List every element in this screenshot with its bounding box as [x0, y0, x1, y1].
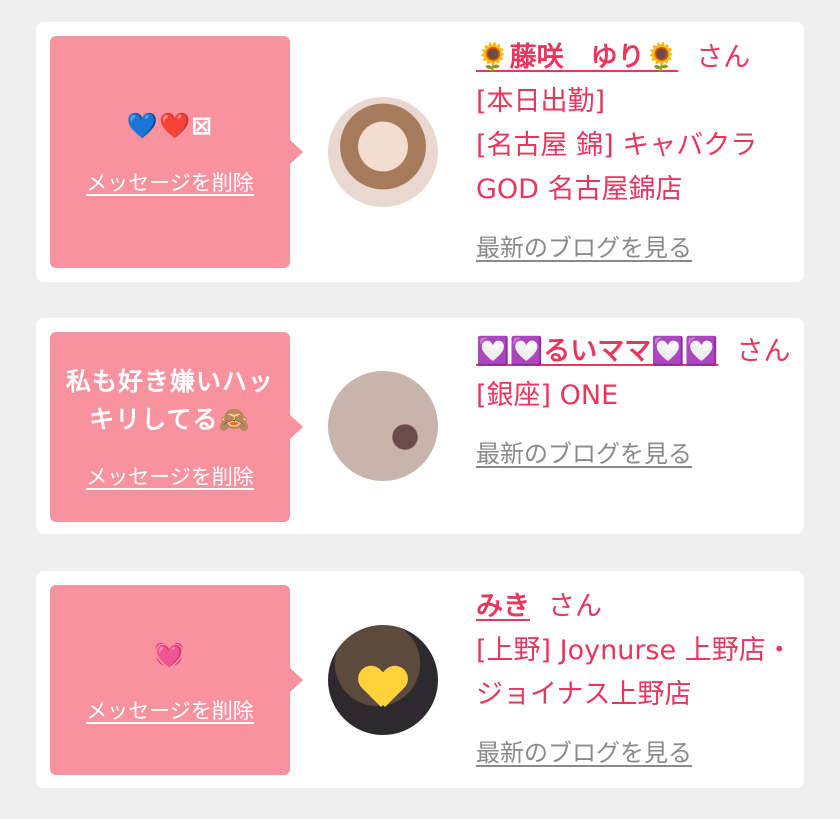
honorific: さん: [548, 591, 602, 622]
avatar[interactable]: [328, 625, 438, 735]
sender-name-link[interactable]: 💟💟るいママ💟💟: [476, 336, 718, 367]
avatar[interactable]: [328, 97, 438, 207]
honorific: さん: [736, 336, 791, 367]
work-status: [本日出勤]: [476, 86, 606, 117]
avatar[interactable]: [328, 371, 438, 481]
shop-name: [名古屋 錦] キャバクラGOD 名古屋錦店: [476, 130, 758, 205]
latest-blog-link[interactable]: 最新のブログを見る: [476, 731, 692, 775]
honorific: さん: [696, 42, 751, 73]
sender-info: みき さん [上野] Joynurse 上野店・ジョイナス上野店 最新のブログを見…: [476, 585, 796, 775]
sender-info: 🌻藤咲 ゆり🌻 さん [本日出勤] [名古屋 錦] キャバクラGOD 名古屋錦店 …: [476, 36, 796, 270]
sender-name-line: みき さん: [476, 585, 796, 629]
shop-name: [銀座] ONE: [476, 380, 619, 411]
message-bubble: 💓 メッセージを削除: [50, 585, 303, 775]
message-text: 💙❤️⊠: [126, 111, 214, 140]
message-text: 💓: [153, 639, 187, 668]
delete-message-link[interactable]: メッセージを削除: [86, 695, 254, 725]
shop-name: [上野] Joynurse 上野店・ジョイナス上野店: [476, 635, 793, 710]
sender-name-line: 🌻藤咲 ゆり🌻 さん: [476, 36, 796, 80]
message-bubble: 💙❤️⊠ メッセージを削除: [50, 36, 303, 268]
delete-message-link[interactable]: メッセージを削除: [86, 461, 254, 491]
message-card: 私も好き嫌いハッキリしてる🙈 メッセージを削除 💟💟るいママ💟💟 さん [銀座] …: [36, 318, 804, 534]
message-list: 💙❤️⊠ メッセージを削除 🌻藤咲 ゆり🌻 さん [本日出勤] [名古屋 錦] キ…: [0, 0, 840, 819]
yellow-heart-icon: [359, 667, 407, 711]
message-text: 私も好き嫌いハッキリしてる🙈: [65, 367, 274, 434]
sender-name-link[interactable]: みき: [476, 591, 530, 622]
sender-info: 💟💟るいママ💟💟 さん [銀座] ONE 最新のブログを見る: [476, 330, 796, 476]
message-bubble: 私も好き嫌いハッキリしてる🙈 メッセージを削除: [50, 332, 303, 522]
sender-name-link[interactable]: 🌻藤咲 ゆり🌻: [476, 42, 678, 73]
message-card: 💙❤️⊠ メッセージを削除 🌻藤咲 ゆり🌻 さん [本日出勤] [名古屋 錦] キ…: [36, 22, 804, 282]
sender-name-line: 💟💟るいママ💟💟 さん: [476, 330, 796, 374]
message-card: 💓 メッセージを削除 みき さん [上野] Joynurse 上野店・ジョイナス上…: [36, 571, 804, 788]
latest-blog-link[interactable]: 最新のブログを見る: [476, 432, 692, 476]
latest-blog-link[interactable]: 最新のブログを見る: [476, 226, 692, 270]
delete-message-link[interactable]: メッセージを削除: [86, 167, 254, 197]
